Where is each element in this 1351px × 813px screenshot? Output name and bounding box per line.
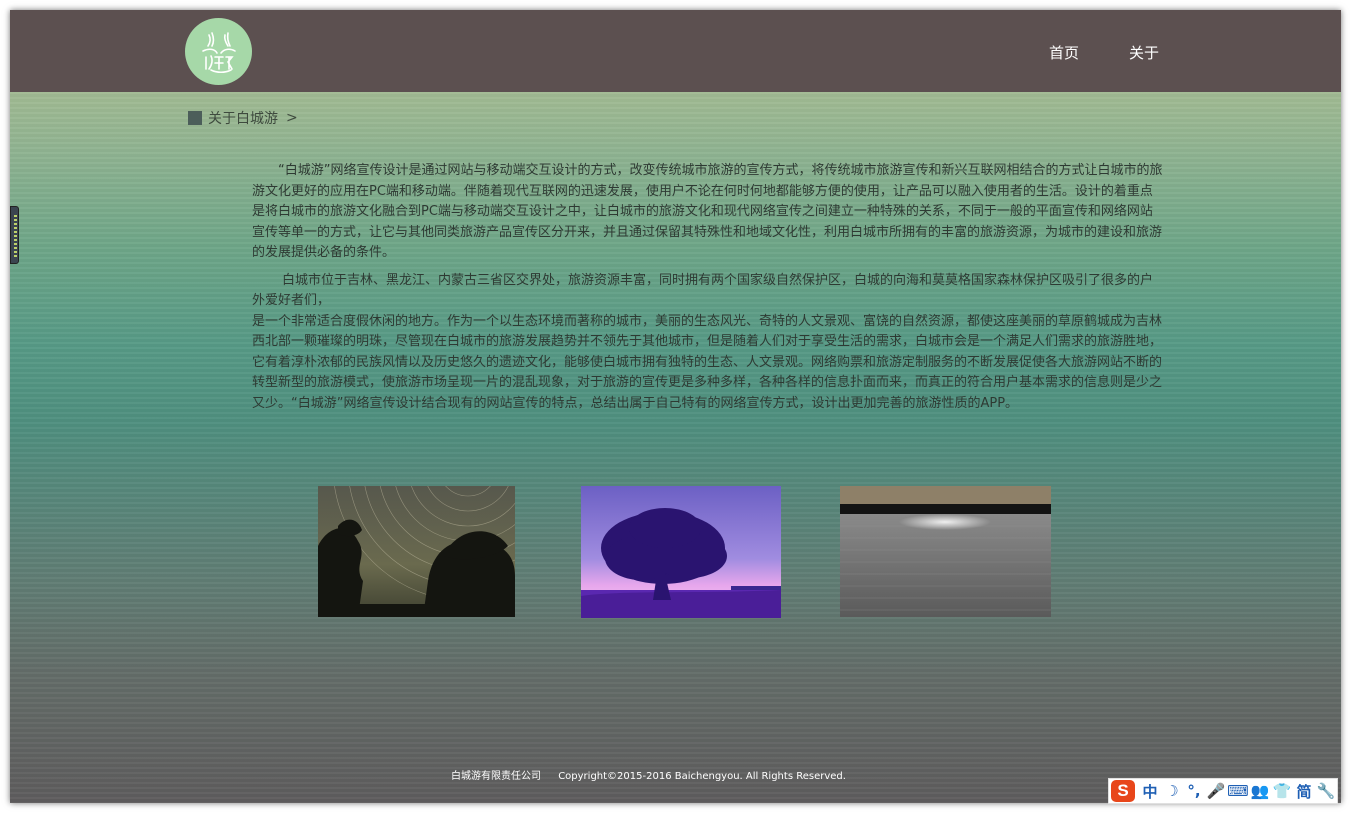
punctuation-icon[interactable]: °, — [1183, 782, 1205, 800]
breadcrumb-arrow: > — [286, 110, 298, 126]
breadcrumb: 关于白城游 > — [188, 108, 298, 128]
about-paragraph-1: “白城游”网络宣传设计是通过网站与移动端交互设计的方式，改变传统城市旅游的宣传方… — [252, 161, 1164, 264]
sogou-logo-icon[interactable]: S — [1111, 780, 1135, 802]
nav-about[interactable]: 关于 — [1129, 42, 1159, 63]
moon-icon[interactable]: ☽ — [1161, 782, 1183, 800]
nav-about-link[interactable]: 关于 — [1129, 44, 1159, 62]
site-footer: 白城游有限责任公司 Copyright©2015-2016 Baichengyo… — [451, 767, 846, 782]
microphone-icon[interactable]: 🎤 — [1205, 782, 1227, 800]
users-icon[interactable]: 👥 — [1249, 782, 1271, 800]
about-paragraph-2: 白城市位于吉林、黑龙江、内蒙古三省区交界处，旅游资源丰富，同时拥有两个国家级自然… — [252, 271, 1164, 415]
skin-shirt-icon[interactable]: 👕 — [1271, 782, 1293, 800]
about-paragraph-1-text: “白城游”网络宣传设计是通过网站与移动端交互设计的方式，改变传统城市旅游的宣传方… — [252, 163, 1163, 260]
photo-moonlit-lake[interactable] — [840, 486, 1051, 617]
about-content: “白城游”网络宣传设计是通过网站与移动端交互设计的方式，改变传统城市旅游的宣传方… — [252, 161, 1164, 421]
photo-star-trails[interactable] — [318, 486, 515, 617]
purple-tree-image — [581, 486, 781, 618]
side-panel-tab[interactable] — [10, 206, 19, 264]
footer-copyright: Copyright©2015-2016 Baichengyou. All Rig… — [558, 771, 846, 782]
browser-viewport: 首页 关于 关于白城游 > “白城游”网络宣传设计是通过网站与移动端交互设计的方… — [10, 10, 1341, 803]
moonlit-lake-image — [840, 486, 1051, 617]
wrench-icon[interactable]: 🔧 — [1315, 782, 1337, 800]
about-paragraph-2-line-1: 白城市位于吉林、黑龙江、内蒙古三省区交界处，旅游资源丰富，同时拥有两个国家级自然… — [252, 272, 1154, 309]
footer-company: 白城游有限责任公司 — [451, 771, 541, 782]
site-logo[interactable] — [185, 18, 252, 85]
keyboard-icon[interactable]: ⌨ — [1227, 782, 1249, 800]
ime-toolbar: S 中 ☽ °, 🎤 ⌨ 👥 👕 简 🔧 — [1108, 778, 1338, 804]
site-header: 首页 关于 — [10, 10, 1341, 92]
nav-home-link[interactable]: 首页 — [1049, 44, 1079, 62]
star-trails-image — [318, 486, 515, 617]
about-paragraph-2-line-2: 是一个非常适合度假休闲的地方。作为一个以生态环境而著称的城市，美丽的生态风光、奇… — [252, 313, 1163, 411]
photo-purple-tree[interactable] — [581, 486, 781, 618]
ime-chinese-mode-button[interactable]: 中 — [1139, 781, 1161, 802]
breadcrumb-square-icon — [188, 111, 202, 125]
logo-mark-icon — [201, 31, 236, 73]
simplified-chinese-button[interactable]: 简 — [1293, 781, 1315, 802]
nav-home[interactable]: 首页 — [1049, 42, 1079, 63]
breadcrumb-label: 关于白城游 — [208, 111, 278, 127]
